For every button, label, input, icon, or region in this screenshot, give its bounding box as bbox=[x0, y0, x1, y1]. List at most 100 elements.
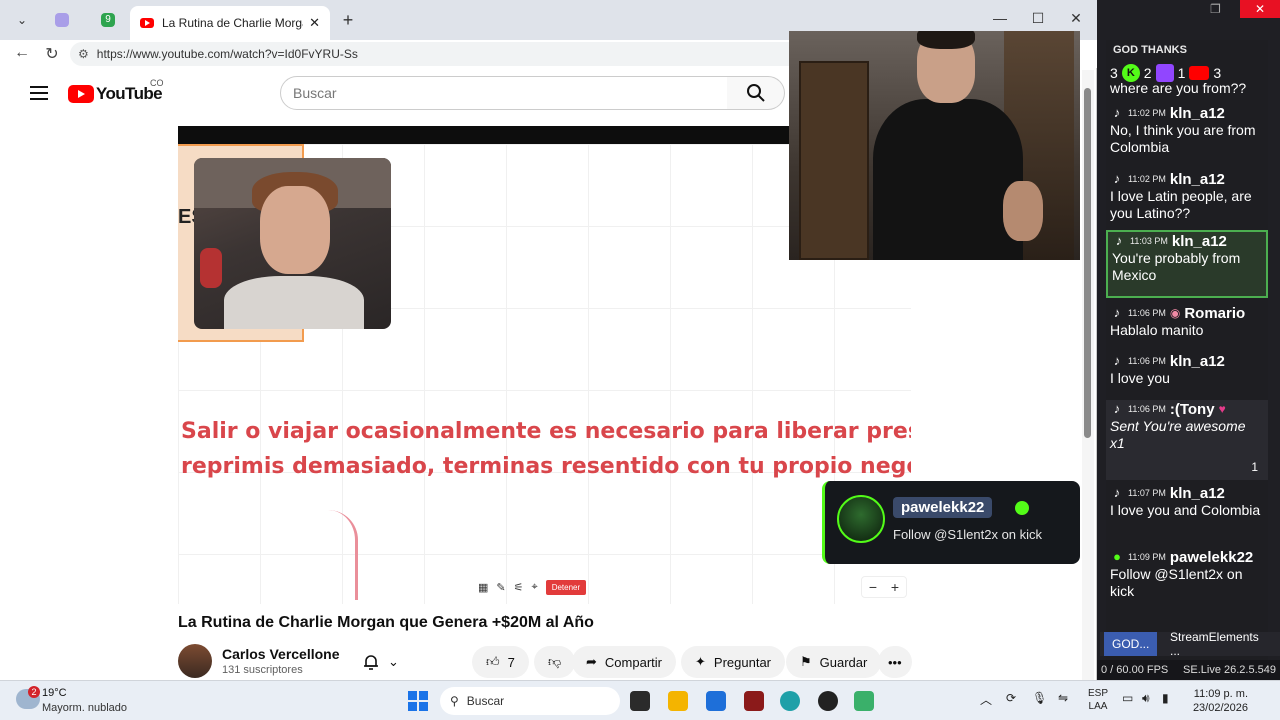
display-icon[interactable]: ▭ bbox=[1122, 691, 1133, 705]
taskbar-search[interactable]: ⚲ Buscar bbox=[440, 687, 620, 715]
chat-text: No, I think you are from Colombia bbox=[1110, 122, 1256, 155]
system-clock[interactable]: 11:09 p. m. 23/02/2026 bbox=[1188, 687, 1248, 715]
channel-avatar[interactable] bbox=[178, 644, 212, 678]
dock-tab-streamelements[interactable]: StreamElements ... bbox=[1162, 630, 1280, 658]
chat-time: 11:09 PM bbox=[1128, 552, 1166, 562]
battery-icon[interactable]: ▮ bbox=[1162, 691, 1169, 705]
tiktok-icon: ♪ bbox=[1113, 353, 1121, 368]
screen: ⌄ 9 La Rutina de Charlie Morgan que Gene… bbox=[0, 0, 1280, 720]
youtube-icon bbox=[1189, 66, 1210, 80]
tab-youtube-video[interactable]: La Rutina de Charlie Morgan que Genera +… bbox=[130, 6, 330, 40]
tab-list-button[interactable]: ⌄ bbox=[10, 8, 34, 32]
site-info-icon[interactable]: ⚙ bbox=[78, 47, 89, 61]
weather-badge: 2 bbox=[28, 686, 40, 698]
close-tab-icon[interactable]: ✕ bbox=[309, 15, 320, 31]
chat-user: kln_a12 bbox=[1169, 352, 1225, 370]
obs-icon[interactable] bbox=[818, 691, 838, 711]
like-button[interactable]: 👍︎ 7 bbox=[472, 646, 529, 678]
temperature: 19°C bbox=[42, 687, 67, 699]
task-view-icon[interactable] bbox=[630, 691, 650, 711]
chat-text: Sent You're awesome x1 bbox=[1110, 418, 1246, 451]
channel-name[interactable]: Carlos Vercellone bbox=[222, 646, 340, 662]
notifications-button[interactable]: ⌄ bbox=[348, 646, 413, 678]
minimize-button[interactable]: — bbox=[990, 10, 1010, 26]
streamer-webcam bbox=[789, 31, 1080, 260]
ask-label: Preguntar bbox=[713, 654, 771, 670]
video-subtitle: Salir o viajar ocasionalmente es necesar… bbox=[181, 414, 911, 484]
save-button[interactable]: ⚑ Guardar bbox=[786, 646, 882, 678]
store-icon[interactable] bbox=[706, 691, 726, 711]
chat-time: 11:02 PM bbox=[1128, 174, 1166, 184]
chat-text: I love you bbox=[1110, 370, 1170, 386]
chat-user: kln_a12 bbox=[1171, 232, 1227, 250]
pointer-tool-icon[interactable]: ⌖ bbox=[532, 581, 538, 594]
fps-readout: 0 / 60.00 FPS bbox=[1101, 664, 1169, 676]
back-button[interactable]: ← bbox=[12, 44, 32, 62]
weather-condition: Mayorm. nublado bbox=[42, 702, 127, 714]
zoom-out-button[interactable]: − bbox=[869, 579, 877, 595]
volume-icon[interactable]: 🔊︎ bbox=[1142, 691, 1150, 706]
close-app-button[interactable]: ✕ bbox=[1240, 0, 1280, 18]
url-field[interactable]: ⚙ https://www.youtube.com/watch?v=Id0FvY… bbox=[70, 42, 800, 66]
chat-text: where are you from?? bbox=[1110, 80, 1247, 96]
greenshot-icon[interactable] bbox=[854, 691, 874, 711]
search-icon bbox=[746, 84, 765, 102]
stop-button[interactable]: Detener bbox=[545, 579, 587, 595]
bell-icon bbox=[364, 655, 378, 670]
input-language[interactable]: ESP LAA bbox=[1088, 687, 1108, 713]
subtitle-line-2: reprimis demasiado, terminas resentido c… bbox=[181, 454, 911, 479]
kick-icon bbox=[1015, 501, 1029, 515]
show-hidden-icons[interactable]: ︿ bbox=[980, 691, 992, 708]
follow-message: Follow @S1lent2x on kick bbox=[893, 527, 1043, 542]
page-scrollbar[interactable] bbox=[1082, 70, 1094, 680]
new-tab-button[interactable]: + bbox=[338, 8, 358, 32]
streaming-app-icon[interactable] bbox=[744, 691, 764, 711]
sparkle-icon: ✦ bbox=[695, 654, 706, 669]
edge-browser-icon[interactable] bbox=[780, 691, 800, 711]
start-button[interactable] bbox=[408, 691, 428, 711]
share-icon: ➦ bbox=[586, 654, 597, 669]
close-window-button[interactable]: ✕ bbox=[1066, 10, 1086, 27]
kick-icon: ● bbox=[1113, 549, 1121, 564]
chat-time: 11:06 PM bbox=[1128, 308, 1166, 318]
microphone-icon[interactable]: 🎙︎ bbox=[1032, 691, 1047, 705]
alarm-icon: ◉ bbox=[1169, 306, 1181, 320]
search-input[interactable]: Buscar bbox=[280, 76, 728, 110]
camera-tab-icon bbox=[55, 13, 69, 27]
chat-user: Romario bbox=[1184, 304, 1246, 322]
more-icon: ••• bbox=[888, 654, 902, 670]
chat-message-gift: ♪ 11:06 PM:(Tony ♥ Sent You're awesome x1 … bbox=[1106, 400, 1268, 480]
menu-icon[interactable] bbox=[30, 86, 48, 100]
adjust-tool-icon[interactable]: ⚟ bbox=[514, 581, 524, 594]
chat-message: ♪ 11:06 PM ◉ Romario Hablalo manito bbox=[1106, 304, 1268, 339]
grid-tool-icon[interactable]: ▦ bbox=[478, 581, 488, 594]
pinned-tab-1[interactable] bbox=[52, 8, 72, 32]
share-button[interactable]: ➦ Compartir bbox=[572, 646, 676, 678]
youtube-logo[interactable]: YouTube CO bbox=[68, 78, 164, 104]
chat-time: 11:07 PM bbox=[1128, 488, 1166, 498]
scrollbar-thumb[interactable] bbox=[1084, 88, 1091, 438]
pinned-tab-2[interactable]: 9 bbox=[98, 8, 118, 32]
dock-tab-god[interactable]: GOD... bbox=[1104, 632, 1158, 656]
search-button[interactable] bbox=[727, 76, 785, 110]
sync-icon[interactable]: ⟳ bbox=[1006, 691, 1016, 705]
chat-header: GOD THANKS bbox=[1113, 44, 1187, 56]
dislike-button[interactable]: 👎︎ bbox=[534, 646, 576, 678]
thumbs-down-icon: 👎︎ bbox=[548, 654, 562, 669]
pen-tool-icon[interactable]: ✎ bbox=[496, 581, 505, 594]
chat-time: 11:06 PM bbox=[1128, 404, 1166, 414]
restore-button[interactable]: ❐ bbox=[1210, 2, 1221, 16]
tiktok-icon: ♪ bbox=[1113, 305, 1121, 320]
youtube-favicon-icon bbox=[140, 18, 154, 28]
maximize-button[interactable]: ☐ bbox=[1028, 10, 1048, 27]
ask-button[interactable]: ✦ Preguntar bbox=[681, 646, 785, 678]
clock-time: 11:09 p. m. bbox=[1193, 688, 1248, 700]
file-explorer-icon[interactable] bbox=[668, 691, 688, 711]
more-actions-button[interactable]: ••• bbox=[878, 646, 912, 678]
reload-button[interactable]: ↻ bbox=[42, 44, 62, 64]
network-status-icon[interactable]: ⇋ bbox=[1058, 691, 1068, 705]
chat-user: kln_a12 bbox=[1169, 104, 1225, 122]
channel-row: Carlos Vercellone 131 suscriptores ⌄ 👍︎ … bbox=[178, 642, 918, 680]
follower-name: pawelekk22 bbox=[893, 497, 993, 518]
zoom-in-button[interactable]: + bbox=[891, 579, 899, 595]
